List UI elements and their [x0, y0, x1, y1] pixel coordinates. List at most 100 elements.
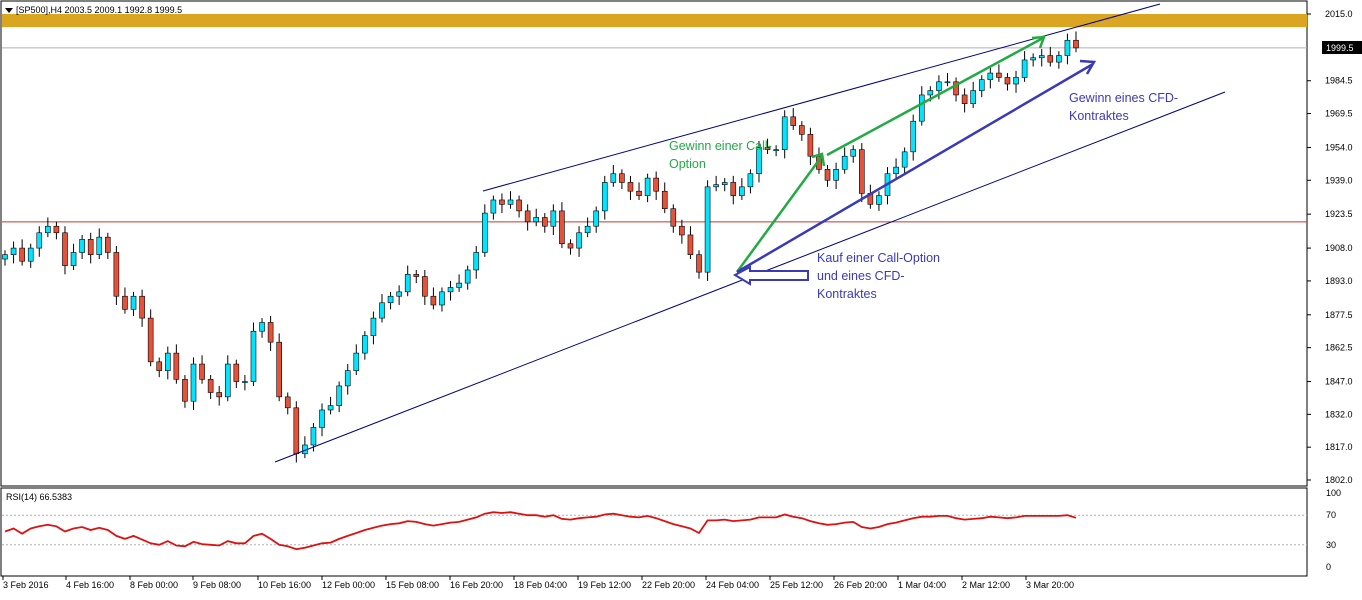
candle-body[interactable] — [45, 225, 51, 234]
candle-body[interactable] — [182, 379, 188, 402]
candle-body[interactable] — [601, 182, 608, 212]
candle-body[interactable] — [619, 173, 625, 183]
candle-body[interactable] — [927, 90, 934, 96]
candle-body[interactable] — [224, 363, 231, 398]
candle-body[interactable] — [199, 363, 205, 380]
candle-body[interactable] — [918, 94, 925, 122]
candle-body[interactable] — [70, 252, 77, 266]
candle-body[interactable] — [944, 81, 951, 84]
trading-chart[interactable]: Gewinn einer Call- Option Kauf einer Cal… — [0, 0, 1362, 595]
candle-body[interactable] — [482, 212, 488, 253]
candle-body[interactable] — [799, 125, 805, 135]
candle-body[interactable] — [79, 239, 85, 253]
candle-body[interactable] — [105, 236, 111, 253]
candle-body[interactable] — [190, 363, 197, 402]
candle-body[interactable] — [10, 247, 17, 255]
candle-body[interactable] — [19, 247, 25, 262]
candle-body[interactable] — [344, 370, 351, 387]
candle-body[interactable] — [27, 247, 34, 262]
candle-body[interactable] — [464, 269, 471, 284]
candle-body[interactable] — [696, 254, 702, 273]
price-panel[interactable] — [0, 0, 1308, 487]
candle-body[interactable] — [567, 243, 574, 249]
candle-body[interactable] — [661, 190, 668, 210]
candle-body[interactable] — [644, 177, 651, 196]
candle-body[interactable] — [122, 295, 128, 310]
candle-body[interactable] — [739, 186, 745, 196]
candle-body[interactable] — [147, 317, 154, 363]
candle-body[interactable] — [456, 282, 462, 288]
candle-body[interactable] — [87, 239, 94, 255]
candle-body[interactable] — [53, 225, 60, 234]
candle-body[interactable] — [413, 274, 420, 277]
candle-body[interactable] — [396, 291, 402, 297]
candle-body[interactable] — [961, 94, 968, 104]
candle-body[interactable] — [353, 352, 360, 371]
candle-body[interactable] — [730, 182, 737, 196]
candle-body[interactable] — [610, 173, 617, 183]
candle-body[interactable] — [636, 190, 642, 196]
candle-body[interactable] — [139, 295, 145, 319]
candle-body[interactable] — [893, 166, 899, 175]
candle-body[interactable] — [1056, 55, 1062, 63]
candle-body[interactable] — [721, 182, 728, 185]
candle-body[interactable] — [422, 276, 428, 297]
candle-body[interactable] — [516, 199, 522, 212]
candle-body[interactable] — [910, 120, 917, 153]
candle-body[interactable] — [130, 295, 137, 310]
candle-body[interactable] — [1004, 77, 1011, 85]
candle-body[interactable] — [1073, 39, 1079, 49]
candle-body[interactable] — [936, 81, 942, 91]
candle-body[interactable] — [978, 79, 985, 91]
candle-body[interactable] — [524, 210, 531, 223]
candle-body[interactable] — [541, 217, 548, 227]
rsi-panel[interactable] — [0, 487, 1308, 577]
candle-body[interactable] — [473, 252, 480, 271]
candle-body[interactable] — [216, 392, 222, 398]
candle-body[interactable] — [319, 409, 325, 428]
candle-body[interactable] — [259, 322, 265, 332]
candle-body[interactable] — [584, 225, 591, 234]
candle-body[interactable] — [704, 186, 711, 273]
candle-body[interactable] — [593, 210, 599, 227]
candle-body[interactable] — [404, 274, 411, 293]
candle-body[interactable] — [250, 330, 257, 382]
candle-body[interactable] — [439, 291, 445, 306]
candle-body[interactable] — [490, 199, 497, 214]
candle-body[interactable] — [36, 232, 43, 249]
candle-body[interactable] — [447, 287, 454, 293]
candle-body[interactable] — [96, 236, 103, 255]
candle-body[interactable] — [430, 295, 437, 306]
candle-body[interactable] — [507, 199, 514, 205]
candle-body[interactable] — [113, 252, 120, 297]
candle-body[interactable] — [164, 352, 171, 371]
candle-body[interactable] — [336, 385, 342, 406]
candle-body[interactable] — [327, 405, 334, 411]
candle-body[interactable] — [1030, 57, 1036, 61]
candle-body[interactable] — [679, 225, 685, 236]
candle-body[interactable] — [713, 184, 719, 188]
candle-body[interactable] — [833, 169, 839, 181]
candle-body[interactable] — [670, 208, 677, 227]
candle-body[interactable] — [559, 210, 565, 245]
candle-body[interactable] — [233, 363, 240, 382]
candle-body[interactable] — [276, 341, 282, 398]
candle-body[interactable] — [970, 90, 976, 104]
candle-body[interactable] — [1038, 55, 1045, 59]
candle-body[interactable] — [550, 210, 557, 227]
candle-body[interactable] — [876, 195, 882, 205]
candle-body[interactable] — [2, 254, 8, 260]
candle-body[interactable] — [687, 234, 694, 255]
candle-body[interactable] — [850, 149, 857, 157]
candle-body[interactable] — [781, 116, 788, 150]
candle-body[interactable] — [841, 155, 848, 170]
candle-body[interactable] — [207, 379, 214, 393]
candle-body[interactable] — [267, 322, 274, 343]
candle-body[interactable] — [379, 302, 385, 319]
candle-body[interactable] — [901, 151, 908, 168]
candle-body[interactable] — [824, 169, 831, 181]
candle-body[interactable] — [1013, 77, 1019, 85]
candle-body[interactable] — [533, 217, 540, 223]
candle-body[interactable] — [1064, 39, 1071, 56]
candle-body[interactable] — [362, 335, 368, 354]
